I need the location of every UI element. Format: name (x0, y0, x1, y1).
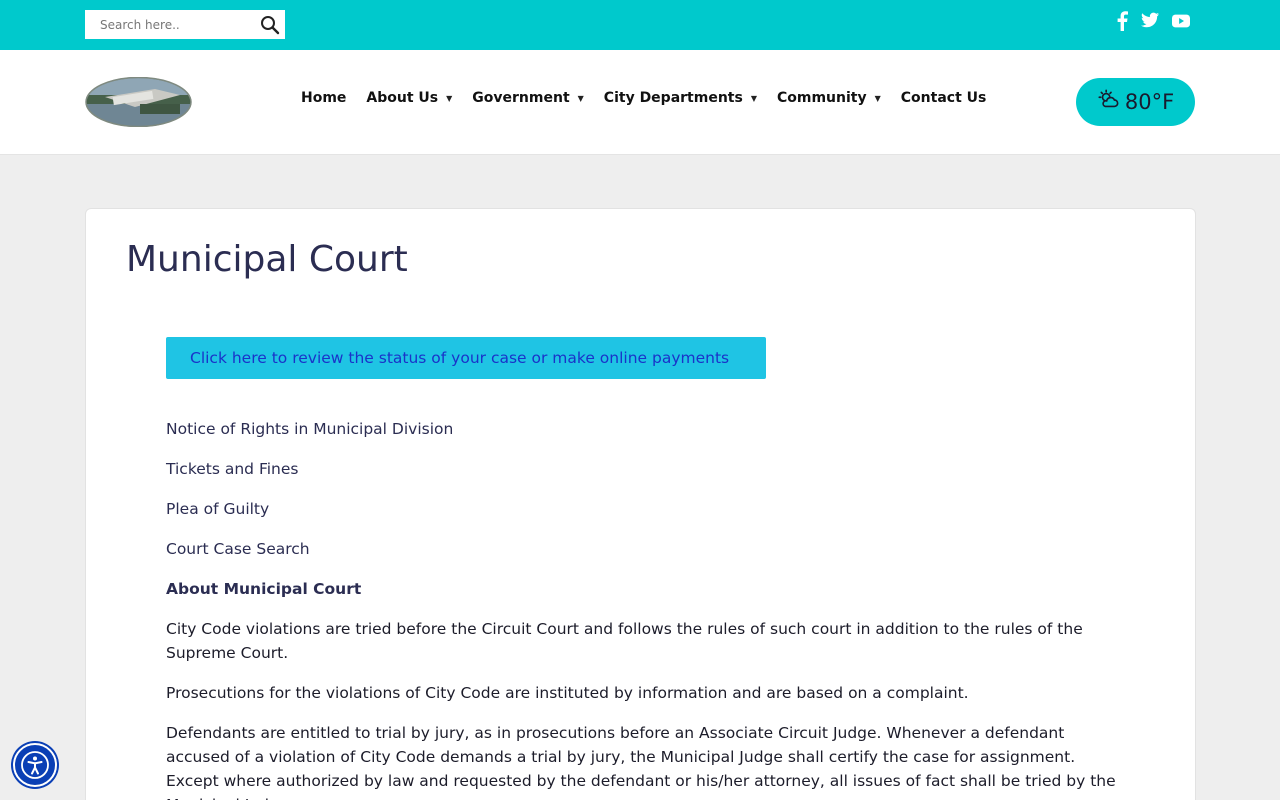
top-bar (0, 0, 1280, 50)
search-icon[interactable] (260, 15, 280, 35)
dropdown-caret-icon: ▼ (750, 93, 757, 103)
page-content: Notice of Rights in Municipal Division T… (166, 417, 1116, 800)
nav-government[interactable]: Government ▼ (472, 90, 584, 106)
page-title: Municipal Court (126, 239, 408, 280)
paragraph: Prosecutions for the violations of City … (166, 684, 969, 702)
site-header: Home About Us ▼ Government ▼ City Departme… (0, 50, 1280, 155)
main-nav: Home About Us ▼ Government ▼ City Departme… (301, 88, 986, 108)
content-card: Municipal Court Click here to review the… (85, 208, 1196, 800)
nav-contact-us[interactable]: Contact Us (901, 90, 987, 106)
dropdown-caret-icon: ▼ (874, 93, 881, 103)
search-input[interactable] (86, 11, 256, 38)
dropdown-caret-icon: ▼ (577, 93, 584, 103)
nav-about-us[interactable]: About Us ▼ (366, 90, 452, 106)
case-status-payment-button[interactable]: Click here to review the status of your … (166, 337, 766, 379)
paragraph: Defendants are entitled to trial by jury… (166, 724, 1116, 800)
nav-about-us-label: About Us (366, 90, 439, 106)
link-plea-of-guilty[interactable]: Plea of Guilty (166, 497, 1116, 521)
section-heading: About Municipal Court (166, 580, 362, 598)
weather-temperature: 80°F (1124, 90, 1175, 114)
facebook-icon[interactable] (1117, 11, 1128, 32)
nav-home[interactable]: Home (301, 90, 346, 106)
nav-city-departments-label: City Departments (603, 90, 743, 106)
nav-community[interactable]: Community ▼ (777, 90, 881, 106)
case-status-payment-label: Click here to review the status of your … (190, 349, 730, 367)
twitter-icon[interactable] (1141, 12, 1159, 32)
accessibility-icon[interactable] (13, 743, 57, 787)
nav-government-label: Government (472, 90, 570, 106)
youtube-icon[interactable] (1172, 13, 1190, 33)
dropdown-caret-icon: ▼ (446, 93, 453, 103)
search-box (85, 10, 285, 39)
nav-community-label: Community (776, 90, 867, 106)
weather-widget[interactable]: 80°F (1076, 78, 1195, 126)
nav-contact-us-label: Contact Us (900, 90, 987, 106)
link-court-case-search[interactable]: Court Case Search (166, 537, 1116, 561)
partly-sunny-icon (1097, 89, 1119, 115)
link-tickets-and-fines[interactable]: Tickets and Fines (166, 457, 1116, 481)
nav-city-departments[interactable]: City Departments ▼ (604, 90, 757, 106)
paragraph: City Code violations are tried before th… (166, 620, 1083, 662)
nav-home-label: Home (301, 90, 347, 106)
link-notice-of-rights[interactable]: Notice of Rights in Municipal Division (166, 417, 1116, 441)
site-logo[interactable] (85, 76, 192, 128)
